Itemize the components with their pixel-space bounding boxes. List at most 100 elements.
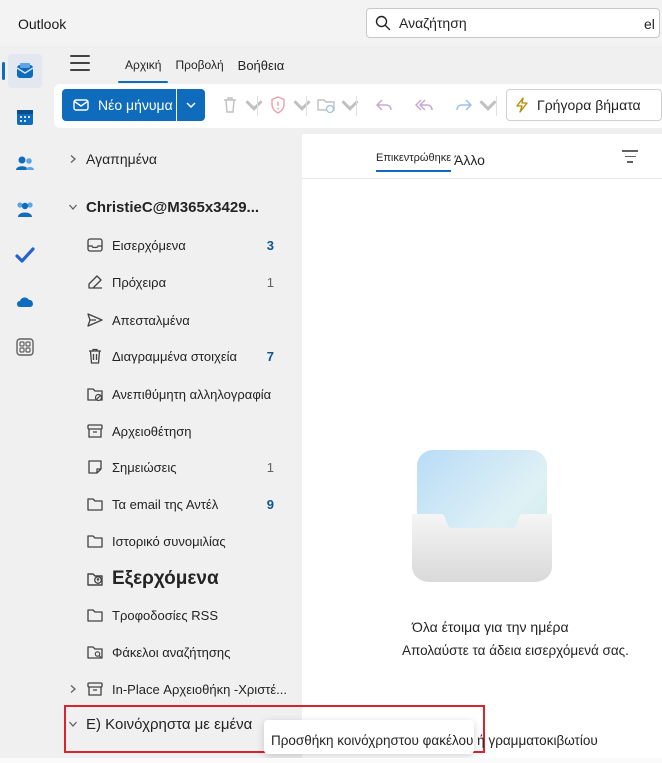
favorites-label: Αγαπημένα xyxy=(86,151,158,167)
toolbar-divider xyxy=(257,96,258,116)
folder-label: Εισερχόμενα xyxy=(112,237,186,253)
message-list-pane: Επικεντρώθηκε Άλλο Όλα έτοιμα για την ημ… xyxy=(302,134,662,763)
tab-other[interactable]: Άλλο xyxy=(454,152,485,168)
people-app-icon xyxy=(16,156,34,170)
search-icon xyxy=(375,15,391,31)
search-input[interactable] xyxy=(399,15,629,31)
tooltip-text: Προσθήκη κοινόχρηστου φακέλου ή γραμματο… xyxy=(271,733,598,748)
new-message-button[interactable]: Νέο μήνυμα xyxy=(62,89,176,121)
folder-rss[interactable]: Τροφοδοσίες RSS xyxy=(54,600,300,630)
folder-deleted[interactable]: Διαγραμμένα στοιχεία 7 xyxy=(54,341,300,371)
todo-check-icon xyxy=(15,247,35,263)
rail-onedrive[interactable] xyxy=(8,284,42,318)
toolbar-divider xyxy=(496,96,497,116)
folder-drafts[interactable]: Πρόχειρα 1 xyxy=(54,267,300,297)
chevron-right-icon xyxy=(70,155,76,163)
quick-steps-button[interactable]: Γρήγορα βήματα xyxy=(506,89,662,121)
folder-adele-emails[interactable]: Τα email της Αντέλ 9 xyxy=(54,489,300,519)
folder-label: Πρόχειρα xyxy=(112,274,167,290)
item-count: 1 xyxy=(266,274,274,290)
quick-steps-label: Γρήγορα βήματα xyxy=(537,97,641,113)
folder-label: Τα email της Αντέλ xyxy=(112,496,219,512)
reply-all-icon xyxy=(415,99,433,111)
toolbar-divider xyxy=(356,96,357,116)
empty-subtitle: Απολαύστε τα άδεια εισερχόμενά σας. xyxy=(402,643,629,658)
chevron-down-icon xyxy=(341,100,359,111)
chevron-down-icon xyxy=(245,100,263,111)
folder-label: Απεσταλμένα xyxy=(112,312,190,328)
archive-icon xyxy=(87,682,103,696)
new-message-dropdown[interactable] xyxy=(177,89,205,121)
inbox-icon xyxy=(87,238,103,252)
item-count: 1 xyxy=(266,459,274,475)
chevron-right-icon xyxy=(70,685,76,693)
archive-icon xyxy=(87,424,103,438)
folder-icon xyxy=(87,535,103,548)
account-label: ChristieC@M365x3429... xyxy=(86,198,260,216)
empty-title: Όλα έτοιμα για την ημέρα xyxy=(412,619,569,635)
rail-todo[interactable] xyxy=(8,238,42,272)
folder-label: Τροφοδοσίες RSS xyxy=(112,607,219,623)
unread-count: 3 xyxy=(266,237,274,253)
folder-outbox[interactable]: Εξερχόμενα xyxy=(54,564,300,594)
app-rail xyxy=(0,46,50,763)
folder-inbox[interactable]: Εισερχόμενα 3 xyxy=(54,230,300,260)
rail-more-apps[interactable] xyxy=(8,330,42,364)
new-message-label: Νέο μήνυμα xyxy=(98,97,173,113)
unread-count: 9 xyxy=(266,496,274,512)
hamburger-menu-icon[interactable] xyxy=(70,55,90,71)
app-title: Outlook xyxy=(18,16,67,32)
forward-button[interactable] xyxy=(454,94,498,116)
outbox-icon xyxy=(87,573,103,586)
forward-icon xyxy=(456,99,472,111)
folder-in-place-archive[interactable]: In-Place Αρχειοθήκη -Χριστέ... xyxy=(54,674,300,704)
move-to-button[interactable] xyxy=(316,94,360,116)
empty-inbox-illustration xyxy=(412,450,552,582)
rail-people[interactable] xyxy=(8,146,42,180)
trash-icon xyxy=(224,97,236,113)
folder-notes[interactable]: Σημειώσεις 1 xyxy=(54,452,300,482)
folder-icon xyxy=(87,498,103,511)
folder-label: Αρχειοθέτηση xyxy=(112,423,192,439)
tab-focused[interactable]: Επικεντρώθηκε xyxy=(376,152,452,172)
bottom-edge xyxy=(0,758,662,763)
rail-groups[interactable] xyxy=(8,192,42,226)
reply-button[interactable] xyxy=(374,94,394,116)
folder-conversation-history[interactable]: Ιστορικό συνομιλίας xyxy=(54,526,300,556)
account-header[interactable]: ChristieC@M365x3429... xyxy=(54,192,300,222)
tab-help[interactable]: Βοήθεια xyxy=(231,58,292,79)
command-toolbar: Νέο μήνυμα Γρήγορα βήματα xyxy=(54,84,662,128)
unread-count: 7 xyxy=(266,348,274,364)
reply-all-button[interactable] xyxy=(414,94,434,116)
mail-app-icon xyxy=(16,63,34,78)
calendar-app-icon xyxy=(17,110,33,125)
folder-label: In-Place Αρχειοθήκη -Χριστέ... xyxy=(112,681,287,697)
toolbar-overflow-label: el xyxy=(644,16,655,32)
trash-icon xyxy=(89,348,101,364)
favorites-header[interactable]: Αγαπημένα xyxy=(54,144,300,174)
groups-app-icon xyxy=(17,202,33,217)
folder-label: Ανεπιθύμητη αλληλογραφία xyxy=(112,386,272,402)
search-box[interactable] xyxy=(366,8,660,38)
junk-icon xyxy=(87,388,103,402)
notes-icon xyxy=(88,460,102,474)
filter-icon[interactable] xyxy=(622,150,638,164)
shield-alert-icon xyxy=(271,96,285,114)
list-divider xyxy=(302,178,662,179)
folder-archive[interactable]: Αρχειοθέτηση xyxy=(54,416,300,446)
rail-mail[interactable] xyxy=(2,54,42,88)
folder-junk[interactable]: Ανεπιθύμητη αλληλογραφία xyxy=(54,379,300,409)
tab-home[interactable]: Αρχική xyxy=(118,58,169,83)
folder-icon xyxy=(87,609,103,622)
chevron-down-icon xyxy=(479,100,497,111)
title-bar: Outlook xyxy=(0,0,662,46)
folder-pane: Αγαπημένα ChristieC@M365x3429... Εισερχό… xyxy=(54,134,300,763)
folder-move-icon xyxy=(317,99,335,114)
folder-search-folders[interactable]: Φάκελοι αναζήτησης xyxy=(54,637,300,667)
rail-calendar[interactable] xyxy=(8,100,42,134)
folder-label: Ιστορικό συνομιλίας xyxy=(112,533,226,549)
folder-label: Διαγραμμένα στοιχεία xyxy=(112,348,238,364)
folder-label: Σημειώσεις xyxy=(112,459,177,475)
folder-sent[interactable]: Απεσταλμένα xyxy=(54,305,300,335)
tab-view[interactable]: Προβολή xyxy=(168,58,230,79)
